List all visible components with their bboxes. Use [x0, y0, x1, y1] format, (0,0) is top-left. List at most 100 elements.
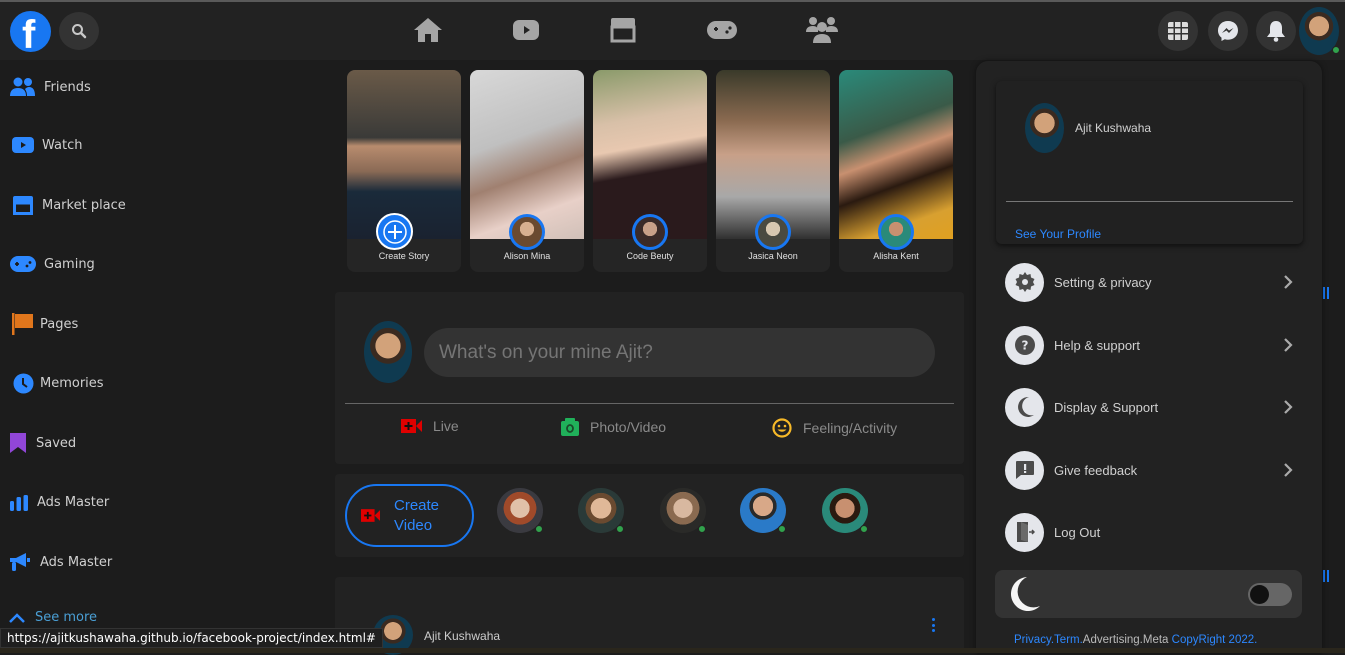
profile-card: Ajit Kushwaha See Your Profile: [996, 81, 1303, 244]
menu-item-give-feedback[interactable]: Give feedback: [1005, 450, 1295, 490]
live-video-button[interactable]: Live: [401, 418, 459, 434]
see-more-link[interactable]: See more: [8, 610, 97, 625]
more-dots-icon: [931, 618, 935, 621]
right-rail-icon: [1323, 570, 1329, 582]
sidebar-item-saved[interactable]: Saved: [10, 428, 76, 458]
marketplace-icon: [610, 18, 636, 43]
sidebar-item-ads-master[interactable]: Ads Master: [10, 487, 109, 517]
moon-icon: [1010, 577, 1040, 611]
online-contact[interactable]: [497, 488, 543, 533]
story-avatar: [878, 214, 914, 250]
friends-icon: [10, 77, 35, 96]
dark-mode-row: [995, 570, 1302, 618]
profile-avatar: [1025, 103, 1064, 153]
watch-icon: [513, 20, 539, 40]
menu-item-help-support[interactable]: ? Help & support: [1005, 325, 1295, 365]
smiley-icon: [772, 418, 792, 438]
rooms-bar: Create Video: [335, 474, 964, 557]
profile-divider: [1006, 201, 1293, 202]
add-story-button[interactable]: [376, 213, 413, 250]
dark-mode-toggle[interactable]: [1248, 583, 1292, 606]
menu-item-display-support[interactable]: Display & Support: [1005, 387, 1295, 427]
online-indicator: [778, 525, 786, 533]
story-card[interactable]: Alisha Kent: [839, 70, 953, 272]
story-avatar: [509, 214, 545, 250]
flag-icon: [12, 313, 33, 335]
sidebar-item-watch[interactable]: Watch: [10, 130, 82, 160]
notifications-button[interactable]: [1256, 11, 1296, 51]
question-icon: ?: [1014, 335, 1035, 355]
story-card[interactable]: Alison Mina: [470, 70, 584, 272]
composer-avatar: [364, 321, 412, 383]
profile-name: Ajit Kushwaha: [1075, 121, 1152, 135]
status-bar-url: https://ajitkushawaha.github.io/facebook…: [0, 628, 383, 648]
menu-button[interactable]: [1158, 11, 1198, 51]
online-contact[interactable]: [578, 488, 624, 533]
groups-icon: [806, 17, 838, 43]
online-contact[interactable]: [660, 488, 706, 533]
story-card[interactable]: Jasica Neon: [716, 70, 830, 272]
menu-item-settings-privacy[interactable]: Setting & privacy: [1005, 262, 1295, 302]
whats-on-your-mind-input[interactable]: [424, 328, 935, 377]
plus-icon: [382, 219, 407, 244]
nav-home[interactable]: [408, 12, 448, 48]
live-video-icon: [361, 509, 380, 522]
story-photo: [347, 70, 461, 239]
nav-marketplace[interactable]: [603, 12, 643, 48]
post-options-button[interactable]: [929, 618, 937, 632]
menu-item-log-out[interactable]: Log Out: [1005, 512, 1295, 552]
notifications-icon: [1267, 21, 1285, 42]
bottom-edge: [0, 648, 1345, 653]
watch-icon: [12, 137, 34, 153]
moon-icon: [1017, 396, 1034, 417]
story-avatar: [632, 214, 668, 250]
nav-gaming[interactable]: [702, 12, 742, 48]
sidebar-item-pages[interactable]: Pages: [10, 309, 78, 339]
facebook-logo[interactable]: f: [10, 11, 51, 52]
chevron-right-icon: [1284, 463, 1293, 477]
gaming-icon: [10, 256, 36, 272]
sidebar-item-marketplace[interactable]: Market place: [10, 190, 126, 220]
feedback-icon: [1015, 461, 1034, 479]
post-composer: Live Photo/Video Feeling/Activity: [335, 292, 964, 464]
nav-groups[interactable]: [802, 12, 842, 48]
privacy-terms-link[interactable]: Privacy.Term.: [1014, 634, 1083, 646]
toggle-knob: [1250, 585, 1269, 604]
bookmark-icon: [10, 433, 26, 453]
bar-chart-icon: [10, 494, 28, 511]
right-rail-edge: [1322, 60, 1345, 648]
right-rail-icon: [1323, 287, 1329, 299]
clock-icon: [13, 373, 33, 393]
online-contact[interactable]: [740, 488, 786, 533]
composer-divider: [345, 403, 954, 404]
create-video-button[interactable]: Create Video: [345, 484, 474, 547]
sidebar-item-ads-master-2[interactable]: Ads Master: [10, 547, 112, 577]
account-avatar[interactable]: [1299, 7, 1340, 55]
see-your-profile-link[interactable]: See Your Profile: [1015, 227, 1101, 241]
nav-watch[interactable]: [506, 12, 546, 48]
story-card[interactable]: Code Beuty: [593, 70, 707, 272]
online-contact[interactable]: [822, 488, 868, 533]
account-dropdown: Ajit Kushwaha See Your Profile Setting &…: [976, 61, 1322, 653]
chevron-right-icon: [1284, 400, 1293, 414]
feed-post: Ajit Kushwaha: [335, 577, 964, 655]
online-indicator: [535, 525, 543, 533]
messenger-button[interactable]: [1208, 11, 1248, 51]
live-video-icon: [401, 419, 422, 433]
search-button[interactable]: [59, 12, 99, 50]
gear-icon: [1015, 272, 1034, 292]
chevron-right-icon: [1284, 275, 1293, 289]
photo-video-button[interactable]: Photo/Video: [561, 418, 666, 436]
svg-text:?: ?: [1021, 339, 1028, 353]
sidebar-item-friends[interactable]: Friends: [10, 72, 91, 102]
feeling-activity-button[interactable]: Feeling/Activity: [772, 418, 897, 438]
post-author-name[interactable]: Ajit Kushwaha: [424, 629, 500, 643]
story-avatar: [755, 214, 791, 250]
story-card-create[interactable]: Create Story: [347, 70, 461, 272]
left-sidebar: Friends Watch Market place Gaming Pages …: [0, 60, 335, 653]
sidebar-item-memories[interactable]: Memories: [10, 368, 104, 398]
copyright-text: CopyRight 2022.: [1171, 634, 1258, 646]
online-indicator: [698, 525, 706, 533]
sidebar-item-gaming[interactable]: Gaming: [10, 249, 95, 279]
menu-grid-icon: [1168, 22, 1188, 40]
